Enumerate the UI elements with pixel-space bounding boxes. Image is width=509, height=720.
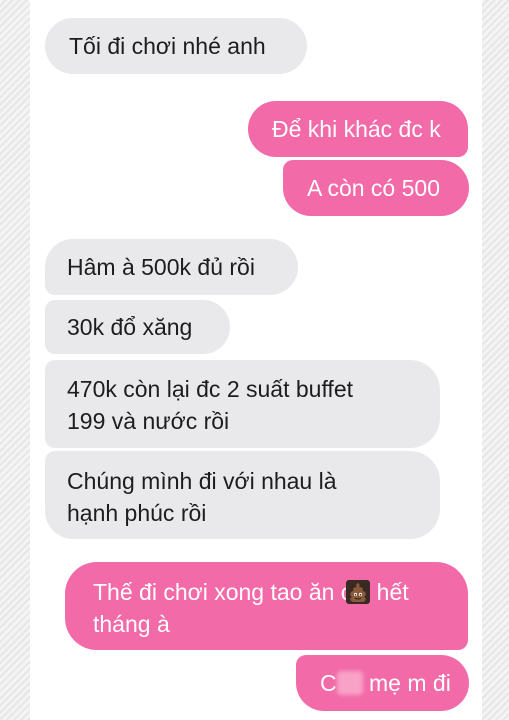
message-bubble-incoming: 30k đổ xăng <box>45 300 230 354</box>
message-text: Để khi khác đc k <box>272 116 441 142</box>
message-bubble-incoming: Hâm à 500k đủ rồi <box>45 239 298 295</box>
message-text: Hâm à 500k đủ rồi <box>67 254 255 280</box>
message-text: 30k đổ xăng <box>67 314 193 340</box>
right-margin <box>482 0 509 720</box>
message-text: A còn có 500 <box>307 175 440 201</box>
message-text-line-2: tháng à <box>93 611 170 637</box>
pile-of-poo-icon <box>346 580 371 604</box>
message-bubble-incoming: 470k còn lại đc 2 suất buffet 199 và nướ… <box>45 360 440 448</box>
message-text-part-2: mẹ m đi <box>362 670 451 696</box>
message-text: Tối đi chơi nhé anh <box>69 33 266 59</box>
message-text-line-1: 470k còn lại đc 2 suất buffet <box>67 376 353 402</box>
message-bubble-outgoing: A còn có 500 <box>283 160 469 216</box>
message-bubble-outgoing: C mẹ m đi <box>296 655 469 711</box>
message-text-line-1: Thế đi chơi xong tao ăn c hết <box>93 576 468 608</box>
message-bubble-outgoing: Để khi khác đc k <box>248 101 468 157</box>
censored-text-blur <box>336 671 363 695</box>
message-bubble-incoming: Tối đi chơi nhé anh <box>45 18 307 74</box>
message-text-part-1: Thế đi chơi xong tao ăn c <box>93 579 353 605</box>
left-margin <box>0 0 30 720</box>
message-text-line-2: 199 và nước rồi <box>67 408 230 434</box>
message-text-line-2: hạnh phúc rồi <box>67 500 207 526</box>
message-text-part-2: hết <box>370 579 409 605</box>
message-text-part-1: C <box>320 670 337 696</box>
message-bubble-incoming: Chúng mình đi với nhau là hạnh phúc rồi <box>45 451 440 539</box>
message-text-line-1: Chúng mình đi với nhau là <box>67 468 337 494</box>
message-bubble-outgoing: Thế đi chơi xong tao ăn c hết tháng à <box>65 562 468 650</box>
